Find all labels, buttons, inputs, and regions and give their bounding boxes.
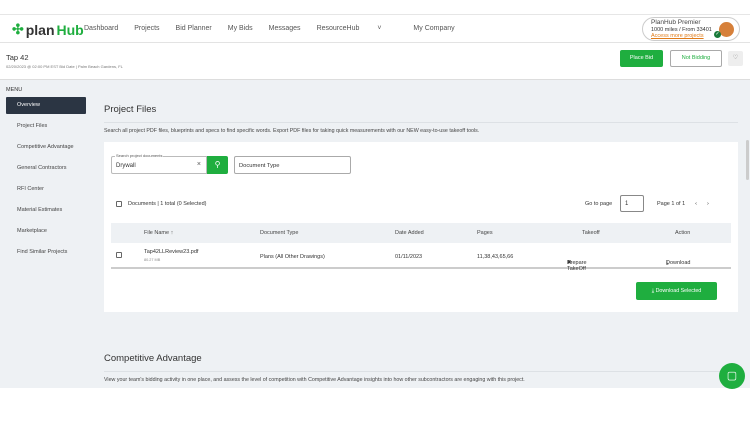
select-all-checkbox[interactable] — [116, 201, 122, 207]
chevron-down-icon: ˅ — [377, 25, 382, 32]
file-name[interactable]: Tap42LLReview23.pdf — [144, 249, 198, 255]
sidebar: Overview Project Files Competitive Advan… — [6, 97, 86, 265]
file-size: 80.27 MB — [144, 258, 161, 262]
not-bidding-button[interactable]: Not Bidding — [670, 50, 722, 67]
document-count: Documents | 1 total (0 Selected) — [128, 201, 207, 207]
search-input[interactable]: Search project documents Drywall × — [111, 153, 207, 174]
files-card: Search project documents Drywall × ⚲ Doc… — [104, 142, 738, 312]
nav-bid-planner[interactable]: Bid Planner — [176, 25, 212, 32]
sidebar-item-general-contractors[interactable]: General Contractors — [6, 160, 86, 181]
nav-projects[interactable]: Projects — [134, 25, 159, 32]
section-title: Project Files — [104, 104, 157, 115]
goto-label: Go to page — [585, 201, 613, 207]
nav-my-bids[interactable]: My Bids — [228, 25, 253, 32]
chat-icon: ▢ — [726, 370, 738, 382]
divider — [104, 371, 738, 372]
page-info: Page 1 of 1 — [657, 201, 686, 207]
pages: 11,38,43,65,66 — [477, 254, 514, 260]
document-type: Plans (All Other Drawings) — [260, 254, 325, 260]
competitive-title: Competitive Advantage — [104, 353, 202, 364]
competitive-description: View your team's bidding activity in one… — [104, 377, 525, 383]
sidebar-item-project-files[interactable]: Project Files — [6, 118, 86, 139]
sidebar-item-marketplace[interactable]: Marketplace — [6, 223, 86, 244]
col-document-type: Document Type — [260, 230, 299, 236]
col-file-name[interactable]: File Name ↑ — [144, 230, 173, 236]
col-date-added: Date Added — [395, 230, 424, 236]
download-icon: ⤓ — [651, 288, 655, 294]
sidebar-item-overview[interactable]: Overview — [6, 97, 86, 114]
favorite-heart-icon[interactable]: ♡ — [728, 51, 743, 66]
scrollbar[interactable] — [746, 140, 749, 180]
top-nav: ✣ plan Hub Dashboard Projects Bid Planner … — [0, 14, 750, 43]
clear-icon[interactable]: × — [197, 161, 201, 168]
next-page-icon[interactable]: › — [707, 201, 709, 207]
col-action: Action — [675, 230, 691, 236]
plan-badge[interactable]: PlanHub Premier 1000 miles / From 33401 … — [642, 17, 740, 41]
search-icon: ⚲ — [214, 160, 221, 169]
place-bid-button[interactable]: Place Bid — [620, 50, 663, 67]
nav-messages[interactable]: Messages — [269, 25, 301, 32]
search-button[interactable]: ⚲ — [207, 156, 228, 174]
sidebar-item-competitive-advantage[interactable]: Competitive Advantage — [6, 139, 86, 160]
project-header: Tap 42 02/20/2023 @ 02:00 PM EST Bid Dat… — [0, 43, 750, 80]
col-takeoff: Takeoff — [582, 230, 600, 236]
nav-my-company[interactable]: My Company — [413, 25, 454, 32]
download-selected-button[interactable]: ⤓ Download Selected — [636, 282, 717, 300]
date-added: 01/11/2023 — [395, 254, 423, 260]
row-checkbox[interactable] — [116, 252, 122, 258]
nav-dashboard[interactable]: Dashboard — [84, 25, 118, 32]
verified-check-icon: ✓ — [714, 31, 721, 38]
access-more-projects-link[interactable]: Access more projects — [651, 33, 704, 39]
col-pages: Pages — [477, 230, 493, 236]
divider — [104, 122, 738, 123]
sidebar-item-rfi-center[interactable]: RFI Center — [6, 181, 86, 202]
planhub-logo[interactable]: ✣ plan Hub — [12, 21, 84, 38]
menu-label: MENU — [6, 87, 23, 93]
sidebar-item-material-estimates[interactable]: Material Estimates — [6, 202, 86, 223]
goto-page-input[interactable]: 1 — [620, 195, 644, 212]
project-subtitle: 02/20/2023 @ 02:00 PM EST Bid Date | Pal… — [6, 64, 123, 69]
document-type-select[interactable]: Document Type — [234, 156, 351, 174]
table-header: File Name ↑ Document Type Date Added Pag… — [111, 223, 731, 243]
project-title: Tap 42 — [6, 53, 29, 62]
logo-icon: ✣ — [12, 21, 24, 37]
chat-button[interactable]: ▢ — [719, 363, 745, 389]
nav-resourcehub[interactable]: ResourceHub ˅ — [317, 25, 398, 32]
section-description: Search all project PDF files, blueprints… — [104, 128, 480, 134]
sidebar-item-find-similar-projects[interactable]: Find Similar Projects — [6, 244, 86, 265]
prev-page-icon[interactable]: ‹ — [695, 201, 697, 207]
table-row: Tap42LLReview23.pdf 80.27 MB Plans (All … — [111, 243, 731, 272]
